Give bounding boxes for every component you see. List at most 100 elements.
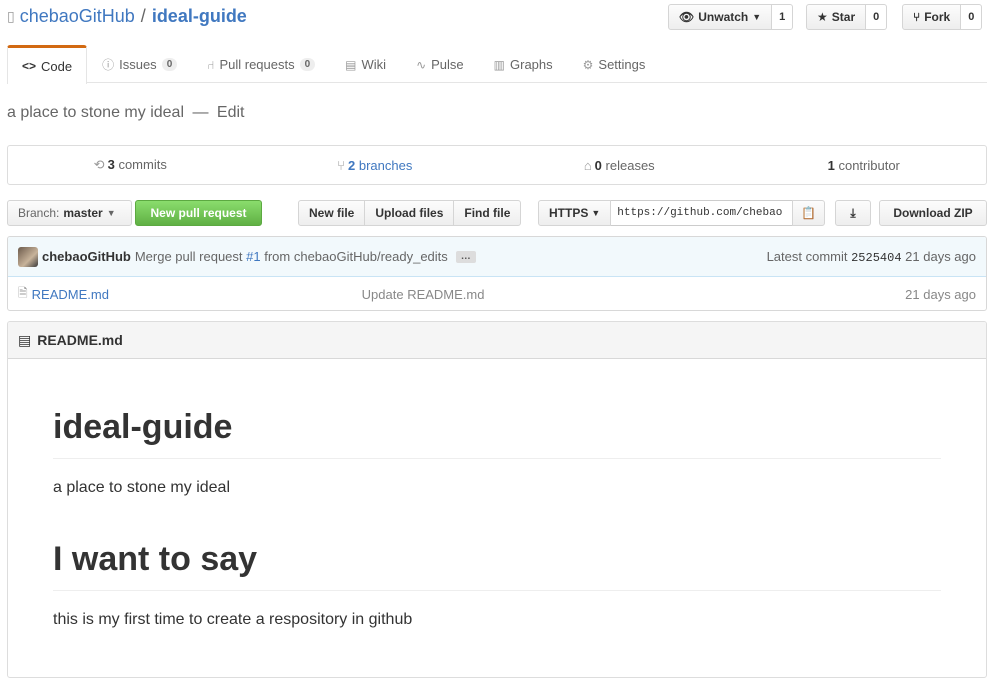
file-age: 21 days ago (905, 286, 976, 302)
branches-label: branches (358, 157, 413, 173)
tab-pulse[interactable]: ∿ Pulse (401, 45, 479, 83)
repo-name-link[interactable]: ideal-guide (152, 6, 247, 27)
repo-title-separator: / (140, 6, 146, 26)
branch-icon: ⑂ (337, 157, 345, 173)
watch-group: 👁 Unwatch ▼ 1 (668, 4, 794, 30)
commit-author[interactable]: chebaoGitHub (42, 249, 131, 264)
book-icon: ▤ (345, 57, 357, 72)
edit-description-link[interactable]: Edit (217, 104, 245, 121)
repo-summary-bar: ⟲ 3 commits ⑂ 2 branches ⌂ 0 releases 1 con… (7, 145, 987, 185)
tab-settings[interactable]: ⚙ Settings (568, 45, 661, 83)
book-icon: ▤ (18, 331, 32, 348)
tab-graphs-label: Graphs (510, 57, 553, 72)
caret-down-icon: ▼ (752, 12, 762, 22)
clone-url-input[interactable]: https://github.com/chebao (611, 200, 794, 226)
upload-files-button[interactable]: Upload files (364, 200, 455, 226)
contributors-label: contributor (838, 157, 900, 173)
tab-issues[interactable]: ⓘ Issues 0 (87, 45, 192, 83)
commit-age: 21 days ago (905, 248, 976, 264)
new-pull-request-button[interactable]: New pull request (135, 200, 262, 226)
readme-panel: ▤ README.md ideal-guide a place to stone… (7, 321, 987, 678)
releases-link[interactable]: ⌂ 0 releases (497, 158, 742, 173)
table-row: 🗎 README.md Update README.md 21 days ago (8, 277, 986, 310)
fork-count[interactable]: 0 (961, 4, 983, 30)
pull-request-icon: ⑁ (207, 57, 215, 72)
file-table: chebaoGitHub Merge pull request #1 from … (7, 236, 987, 311)
commit-meta: Latest commit 2525404 21 days ago (767, 249, 976, 265)
tab-pull-requests-label: Pull requests (219, 57, 295, 72)
fork-button[interactable]: ⑂ Fork (902, 4, 962, 30)
commit-sha[interactable]: 2525404 (851, 251, 901, 265)
repo-owner-link[interactable]: chebaoGitHub (20, 6, 135, 27)
repo-title: ▯ chebaoGitHub / ideal-guide (7, 6, 247, 27)
file-actions-group: New file Upload files Find file (298, 200, 522, 226)
releases-label: releases (605, 157, 655, 173)
watch-count[interactable]: 1 (772, 4, 794, 30)
tab-code-label: Code (41, 58, 73, 74)
branches-link[interactable]: ⑂ 2 branches (253, 158, 498, 173)
readme-heading-2: I want to say (53, 539, 941, 591)
desktop-download-icon: ⤓ (850, 205, 856, 220)
file-name-link[interactable]: README.md (32, 287, 362, 302)
readme-body: ideal-guide a place to stone my ideal I … (8, 407, 986, 629)
branch-name: master (63, 206, 103, 220)
issues-counter: 0 (161, 58, 178, 71)
pull-requests-counter: 0 (299, 58, 316, 71)
star-group: ★ Star 0 (806, 4, 888, 30)
gear-icon: ⚙ (582, 57, 594, 72)
tab-pull-requests[interactable]: ⑁ Pull requests 0 (192, 45, 330, 83)
expand-commit-button[interactable]: … (455, 250, 476, 263)
caret-down-icon: ▼ (106, 208, 116, 218)
pulse-icon: ∿ (416, 57, 427, 72)
branches-count: 2 (347, 157, 356, 173)
repo-description: a place to stone my ideal — Edit (7, 104, 244, 122)
latest-commit-label: Latest commit (766, 248, 848, 264)
commit-message[interactable]: Merge pull request #1 from chebaoGitHub/… (135, 249, 448, 264)
fork-icon: ⑂ (913, 10, 921, 24)
tab-wiki[interactable]: ▤ Wiki (330, 45, 401, 83)
tab-code[interactable]: <> Code (7, 45, 88, 84)
unwatch-label: Unwatch (698, 10, 749, 24)
readme-paragraph-2: this is my first time to create a respos… (53, 610, 413, 628)
fork-group: ⑂ Fork 0 (902, 4, 983, 30)
description-separator: — (192, 104, 209, 121)
repo-description-text: a place to stone my ideal (7, 104, 184, 121)
tab-wiki-label: Wiki (361, 57, 387, 72)
branch-prefix: Branch: (18, 206, 60, 220)
protocol-selector[interactable]: HTTPS ▼ (538, 200, 612, 226)
tab-graphs[interactable]: ▥ Graphs (479, 45, 568, 83)
copy-to-clipboard-button[interactable]: 📋 (792, 200, 826, 226)
clipboard-icon: 📋 (801, 206, 817, 220)
commit-message-suffix: from chebaoGitHub/ready_edits (264, 249, 448, 264)
commits-count: 3 (107, 157, 115, 172)
code-icon: <> (22, 59, 37, 73)
commit-message-prefix: Merge pull request (134, 249, 243, 264)
repo-nav-tabs: <> Code ⓘ Issues 0 ⑁ Pull requests 0 ▤ W… (7, 45, 987, 84)
branch-selector[interactable]: Branch: master ▼ (7, 200, 132, 226)
tab-issues-label: Issues (119, 57, 157, 72)
readme-filename: README.md (37, 332, 123, 348)
clone-url-group: HTTPS ▼ https://github.com/chebao 📋 (538, 200, 826, 226)
unwatch-button[interactable]: 👁 Unwatch ▼ (668, 4, 773, 30)
repo-icon: ▯ (7, 8, 15, 24)
tab-settings-label: Settings (598, 57, 646, 72)
fork-label: Fork (924, 10, 951, 24)
commits-link[interactable]: ⟲ 3 commits (8, 157, 253, 173)
avatar[interactable] (18, 246, 38, 267)
star-label: Star (831, 10, 856, 24)
find-file-button[interactable]: Find file (453, 200, 522, 226)
tab-pulse-label: Pulse (431, 57, 464, 72)
protocol-label: HTTPS (549, 206, 589, 220)
new-file-button[interactable]: New file (298, 200, 366, 226)
open-in-desktop-button[interactable]: ⤓ (835, 200, 871, 226)
star-icon: ★ (817, 10, 828, 24)
issue-icon: ⓘ (102, 58, 115, 72)
star-button[interactable]: ★ Star (806, 4, 867, 30)
releases-count: 0 (594, 157, 602, 173)
commit-pr-link[interactable]: #1 (246, 249, 260, 264)
star-count[interactable]: 0 (866, 4, 888, 30)
contributors-link[interactable]: 1 contributor (742, 158, 987, 173)
history-icon: ⟲ (93, 157, 105, 172)
file-commit-message[interactable]: Update README.md (362, 287, 485, 302)
download-zip-button[interactable]: Download ZIP (879, 200, 987, 226)
